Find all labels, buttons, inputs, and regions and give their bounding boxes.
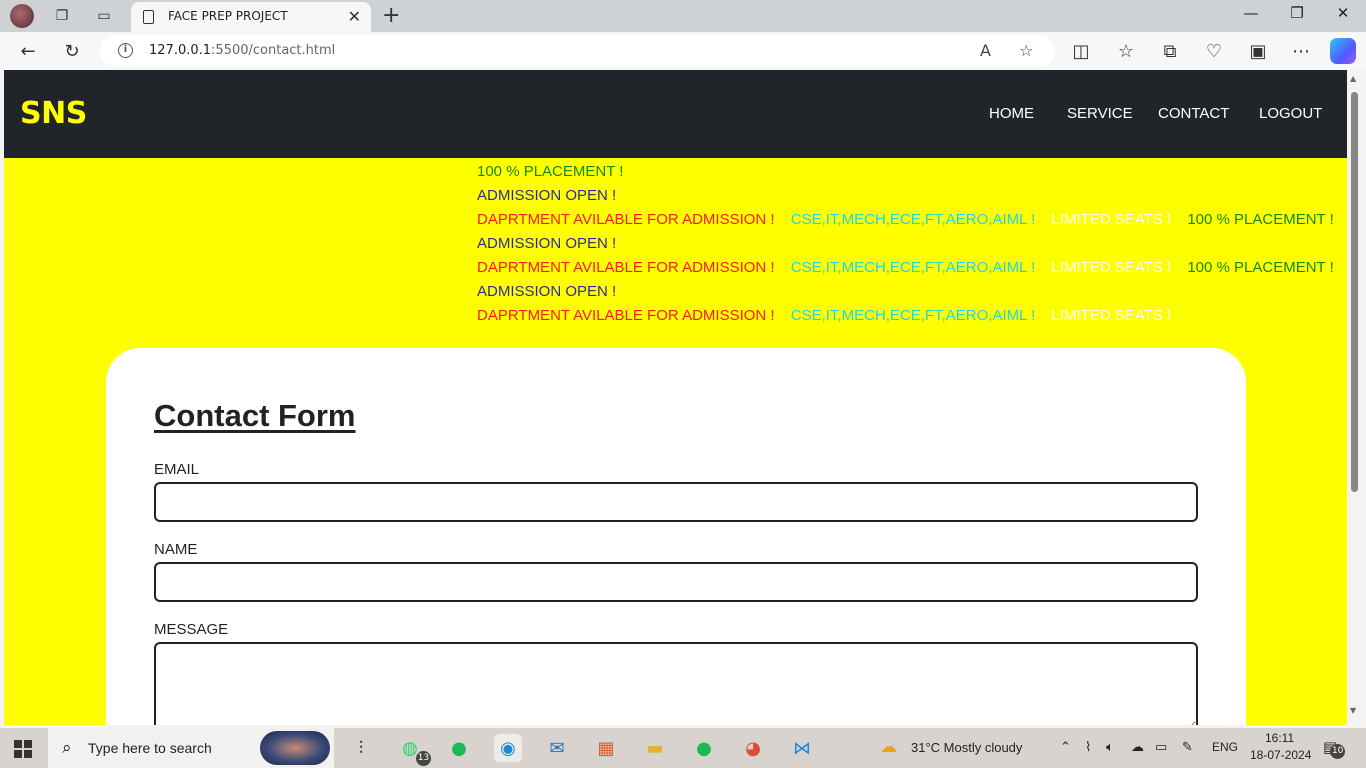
scroll-down-icon[interactable]: ▼ [1350, 706, 1356, 715]
placement-text: 100 % PLACEMENT ! [477, 163, 624, 180]
collections-icon[interactable]: ⧉ [1157, 38, 1183, 64]
pen-icon[interactable]: ✎ [1182, 740, 1193, 755]
windows-taskbar: ⌕ Type here to search ⫶ ◍ 13 ● ◉ ✉ ▦ ▬ ● … [0, 728, 1366, 768]
admission-text: ADMISSION OPEN ! [477, 187, 617, 204]
close-tab-icon[interactable]: ✕ [348, 7, 361, 26]
weather-icon[interactable]: ☁ [880, 737, 897, 757]
spotify-icon[interactable]: ● [445, 734, 473, 762]
url-text[interactable]: 127.0.0.1:5500/contact.html [149, 43, 335, 58]
name-label: NAME [154, 541, 198, 558]
nav-home[interactable]: HOME [989, 105, 1034, 122]
site-brand[interactable]: SNS [20, 96, 87, 131]
courses-text: CSE,IT,MECH,ECE,FT,AERO,AIML ! [790, 307, 1036, 324]
copilot-icon[interactable] [1330, 38, 1356, 64]
file-explorer-icon[interactable]: ▬ [641, 734, 669, 762]
taskbar-search[interactable]: ⌕ Type here to search [48, 728, 334, 768]
placement-text: 100 % PLACEMENT ! [1187, 259, 1334, 276]
network-icon[interactable]: ⌇ [1085, 740, 1091, 755]
volume-icon[interactable]: 🔈︎ [1106, 740, 1114, 755]
onedrive-icon[interactable]: ☁ [1131, 740, 1144, 755]
courses-text: CSE,IT,MECH,ECE,FT,AERO,AIML ! [790, 211, 1036, 228]
nav-logout[interactable]: LOGOUT [1259, 105, 1322, 122]
whatsapp-icon[interactable]: ◍ 13 [396, 734, 431, 766]
seats-text: LIMITED SEATS ! [1051, 307, 1172, 324]
admission-text: ADMISSION OPEN ! [477, 235, 617, 252]
back-button[interactable]: ← [15, 38, 41, 64]
store-icon[interactable]: ▦ [592, 734, 620, 762]
scrollbar-thumb[interactable] [1351, 92, 1358, 492]
search-placeholder: Type here to search [88, 740, 212, 756]
browser-essentials-icon[interactable]: ♡ [1201, 38, 1227, 64]
close-window-button[interactable]: ✕ [1320, 4, 1366, 22]
restore-button[interactable]: ❐ [1274, 4, 1320, 22]
edge-icon[interactable]: ◉ [494, 734, 522, 762]
search-icon: ⌕ [62, 738, 72, 758]
task-view-icon[interactable]: ⫶ [347, 734, 375, 762]
more-menu-icon[interactable]: ⋯ [1288, 38, 1314, 64]
vscode-icon[interactable]: ⋈ [788, 734, 816, 762]
battery-icon[interactable]: ▭ [1155, 740, 1167, 755]
minimize-button[interactable]: — [1228, 4, 1274, 22]
courses-text: CSE,IT,MECH,ECE,FT,AERO,AIML ! [790, 259, 1036, 276]
split-screen-icon[interactable]: ◫ [1068, 38, 1094, 64]
spotify-icon[interactable]: ● [690, 734, 718, 762]
scroll-up-icon[interactable]: ▲ [1350, 74, 1356, 83]
department-text: DAPRTMENT AVILABLE FOR ADMISSION ! [477, 307, 775, 324]
page-viewport: SNS HOME SERVICE CONTACT LOGOUT 100 % PL… [4, 70, 1347, 725]
tab-title: FACE PREP PROJECT [168, 9, 288, 23]
seats-text: LIMITED SEATS ! [1051, 259, 1172, 276]
site-navbar: SNS HOME SERVICE CONTACT LOGOUT [4, 70, 1347, 158]
chevron-up-icon[interactable]: ⌃ [1060, 740, 1071, 755]
profile-avatar[interactable] [10, 4, 34, 28]
clock-date[interactable]: 18-07-2024 [1250, 748, 1311, 762]
read-aloud-icon[interactable]: A [980, 41, 991, 60]
refresh-button[interactable]: ↻ [59, 38, 85, 64]
search-highlight-image[interactable] [260, 731, 330, 765]
browser-toolbar: ← ↻ i 127.0.0.1:5500/contact.html A ☆ ◫ … [0, 32, 1366, 70]
message-label: MESSAGE [154, 621, 229, 638]
page-icon [143, 10, 154, 24]
weather-text[interactable]: 31°C Mostly cloudy [911, 740, 1022, 755]
tab-active[interactable]: FACE PREP PROJECT ✕ [131, 2, 371, 32]
site-info-icon[interactable]: i [118, 43, 133, 58]
language-indicator[interactable]: ENG [1212, 740, 1238, 754]
email-label: EMAIL [154, 461, 200, 478]
clock-time[interactable]: 16:11 [1265, 731, 1294, 745]
tab-actions-icon[interactable]: ▭ [93, 5, 115, 27]
browser-tab-strip: ❐ ▭ FACE PREP PROJECT ✕ + — ❐ ✕ [0, 0, 1366, 32]
favorite-star-icon[interactable]: ☆ [1019, 41, 1033, 60]
favorites-icon[interactable]: ☆ [1113, 38, 1139, 64]
notification-icon[interactable]: ▤10 [1323, 738, 1346, 759]
admission-text: ADMISSION OPEN ! [477, 283, 617, 300]
mail-icon[interactable]: ✉ [543, 734, 571, 762]
new-tab-button[interactable]: + [382, 3, 400, 28]
department-text: DAPRTMENT AVILABLE FOR ADMISSION ! [477, 211, 775, 228]
announcement-marquee: 100 % PLACEMENT ! ADMISSION OPEN ! DAPRT… [477, 160, 1347, 328]
placement-text: 100 % PLACEMENT ! [1187, 211, 1334, 228]
message-field[interactable] [154, 642, 1198, 725]
name-field[interactable] [154, 562, 1198, 602]
nav-contact[interactable]: CONTACT [1158, 105, 1229, 122]
email-field[interactable] [154, 482, 1198, 522]
department-text: DAPRTMENT AVILABLE FOR ADMISSION ! [477, 259, 775, 276]
seats-text: LIMITED SEATS ! [1051, 211, 1172, 228]
workspaces-icon[interactable]: ❐ [51, 5, 73, 27]
contact-form-card: Contact Form EMAIL NAME MESSAGE [106, 348, 1246, 725]
windows-start-icon[interactable] [14, 740, 32, 758]
workspaces-side-icon[interactable]: ▣ [1245, 38, 1271, 64]
page-scrollbar[interactable]: ▲ ▼ [1347, 70, 1362, 725]
nav-service[interactable]: SERVICE [1067, 105, 1133, 122]
address-bar[interactable]: i 127.0.0.1:5500/contact.html A ☆ [100, 35, 1055, 67]
form-title: Contact Form [154, 398, 356, 433]
chrome-icon[interactable]: ◕ [739, 734, 767, 762]
